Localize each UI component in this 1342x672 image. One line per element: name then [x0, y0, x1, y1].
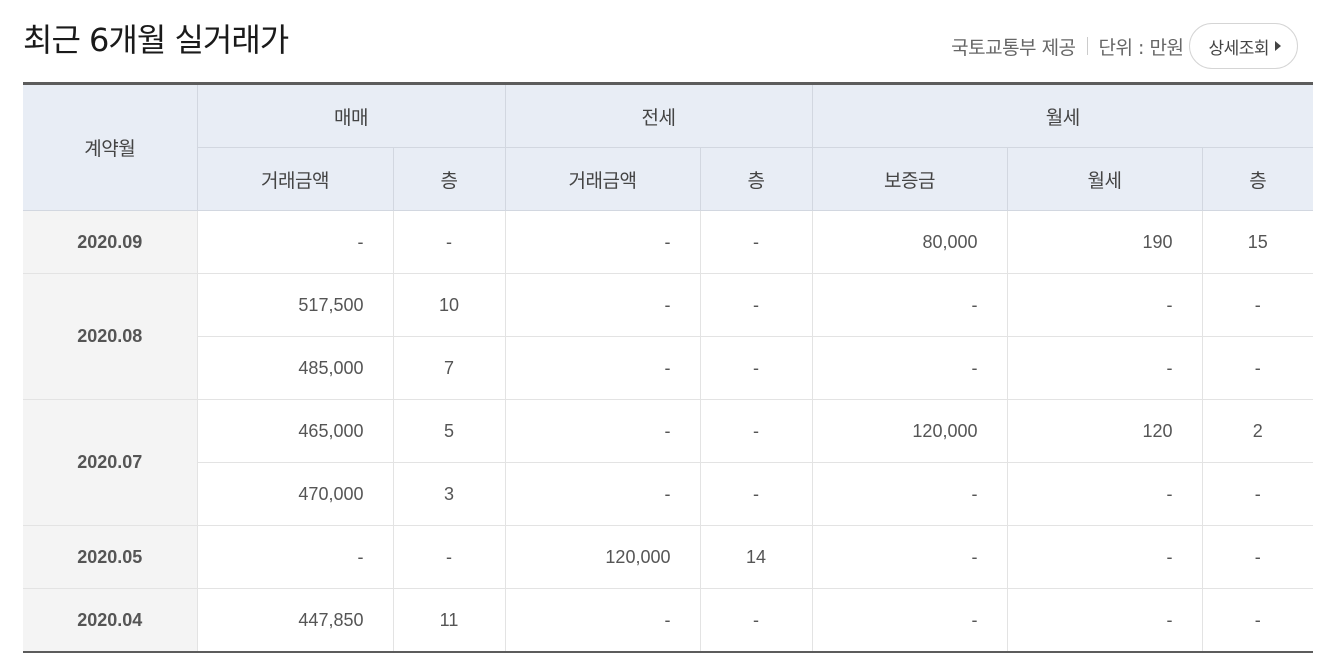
table-row: 2020.05 - - 120,000 14 - - -: [23, 525, 1314, 589]
table-row: 2020.09 - - - - 80,000 190 15: [23, 210, 1314, 274]
jeonse-amount-cell: -: [505, 399, 701, 463]
monthly-rent-cell: -: [1007, 336, 1203, 400]
table-subheader-row: 거래금액 층 거래금액 층 보증금 월세 층: [23, 147, 1314, 211]
header-monthly-floor: 층: [1202, 147, 1314, 211]
header-contract-month: 계약월: [23, 83, 198, 211]
jeonse-floor-cell: -: [700, 399, 813, 463]
jeonse-floor-cell: 14: [700, 525, 813, 589]
monthly-rent-cell: -: [1007, 273, 1203, 337]
deposit-cell: -: [812, 273, 1008, 337]
table-row: 470,000 3 - - - - -: [23, 462, 1314, 526]
monthly-rent-cell: 190: [1007, 210, 1203, 274]
contract-month-cell: 2020.07: [23, 399, 198, 526]
section-header: 최근 6개월 실거래가 국토교통부 제공 단위 : 만원 상세조회: [23, 0, 1313, 82]
jeonse-amount-cell: -: [505, 462, 701, 526]
sale-floor-cell: 5: [393, 399, 506, 463]
header-sale-floor: 층: [393, 147, 506, 211]
sale-floor-cell: 3: [393, 462, 506, 526]
sale-amount-cell: 470,000: [197, 462, 394, 526]
table-row: 2020.04 447,850 11 - - - - -: [23, 588, 1313, 652]
monthly-rent-cell: -: [1007, 525, 1203, 589]
header-sale-amount: 거래금액: [197, 147, 394, 211]
contract-month-cell: 2020.08: [23, 273, 198, 400]
jeonse-amount-cell: -: [505, 336, 701, 400]
jeonse-floor-cell: -: [700, 336, 813, 400]
jeonse-floor-cell: -: [700, 462, 813, 526]
jeonse-amount-cell: 120,000: [505, 525, 701, 589]
header-monthly-rent: 월세: [812, 83, 1314, 148]
header-monthly-rent-amount: 월세: [1007, 147, 1203, 211]
header-jeonse: 전세: [505, 83, 813, 148]
monthly-floor-cell: 15: [1202, 210, 1314, 274]
monthly-floor-cell: -: [1202, 273, 1314, 337]
sale-floor-cell: 7: [393, 336, 506, 400]
jeonse-amount-cell: -: [505, 210, 701, 274]
divider: [1086, 37, 1088, 55]
monthly-floor-cell: -: [1202, 525, 1314, 589]
contract-month-cell: 2020.09: [23, 210, 198, 274]
deposit-cell: -: [812, 462, 1008, 526]
jeonse-floor-cell: -: [700, 210, 813, 274]
contract-month-cell: 2020.05: [23, 525, 198, 589]
deposit-cell: 120,000: [812, 399, 1008, 463]
data-source-label: 국토교통부 제공: [951, 36, 1076, 59]
sale-floor-cell: -: [393, 210, 506, 274]
sale-floor-cell: 11: [393, 588, 506, 652]
monthly-rent-cell: -: [1007, 588, 1203, 652]
monthly-floor-cell: -: [1202, 336, 1314, 400]
sale-amount-cell: 465,000: [197, 399, 394, 463]
monthly-floor-cell: -: [1254, 609, 1261, 630]
sale-amount-cell: -: [197, 210, 394, 274]
table-row: 2020.08 517,500 10 - - - - -: [23, 273, 1314, 400]
table-row: 2020.07 465,000 5 - - 120,000 120 2: [23, 399, 1314, 526]
jeonse-floor-cell: -: [700, 588, 813, 652]
page-title: 최근 6개월 실거래가: [23, 21, 289, 59]
sale-amount-cell: 485,000: [197, 336, 394, 400]
detail-view-button-label: 상세조회: [1208, 38, 1269, 59]
table-row: 485,000 7 - - - - -: [23, 336, 1314, 400]
unit-label: 단위 : 만원: [1098, 36, 1184, 59]
sale-floor-cell: -: [393, 525, 506, 589]
monthly-floor-cell: -: [1202, 462, 1314, 526]
jeonse-floor-cell: -: [700, 273, 813, 337]
deposit-cell: 80,000: [812, 210, 1008, 274]
header-deposit: 보증금: [812, 147, 1008, 211]
sale-amount-cell: 517,500: [197, 273, 394, 337]
sale-floor-cell: 10: [393, 273, 506, 337]
play-arrow-icon: [1275, 41, 1281, 51]
monthly-floor-cell: 2: [1202, 399, 1314, 463]
header-jeonse-amount: 거래금액: [505, 147, 701, 211]
deposit-cell: -: [812, 525, 1008, 589]
jeonse-amount-cell: -: [505, 588, 701, 652]
trade-price-table: 계약월 매매 전세 월세 거래금액 층 거래금액 층 보증금 월세 층 2020…: [23, 82, 1314, 653]
header-sale: 매매: [197, 83, 506, 148]
monthly-rent-cell: 120: [1007, 399, 1203, 463]
header-jeonse-floor: 층: [700, 147, 813, 211]
table-header-row: 계약월 매매 전세 월세: [23, 83, 1314, 211]
sale-amount-cell: 447,850: [197, 588, 394, 652]
contract-month-cell: 2020.04: [23, 588, 198, 652]
jeonse-amount-cell: -: [505, 273, 701, 337]
detail-view-button[interactable]: 상세조회: [1189, 23, 1298, 69]
sale-amount-cell: -: [197, 525, 394, 589]
deposit-cell: -: [812, 336, 1008, 400]
deposit-cell: -: [812, 588, 1008, 652]
monthly-rent-cell: -: [1007, 462, 1203, 526]
header-meta: 국토교통부 제공 단위 : 만원 상세조회: [951, 22, 1298, 70]
